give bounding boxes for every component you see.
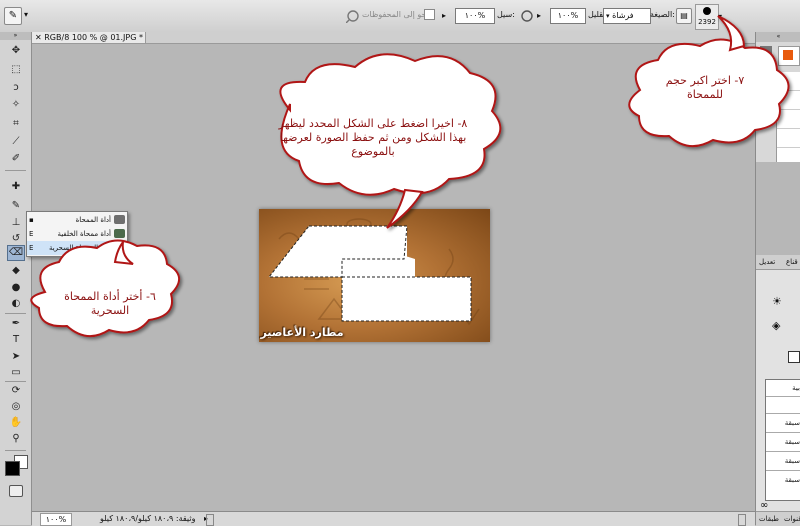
callout-step8-text: ٨- اخيرا اضغط على الشكل المحدد ليظهر بهذ… xyxy=(278,117,468,158)
callout-step6-text: ٦- أختر أداة الممحاة السحرية xyxy=(64,290,156,317)
callout-tail-step8 xyxy=(386,188,424,229)
callout-step7-text: ٧- اختر اكبر حجم للممحاة xyxy=(665,74,745,101)
callout-cloud-step6 xyxy=(30,239,180,337)
